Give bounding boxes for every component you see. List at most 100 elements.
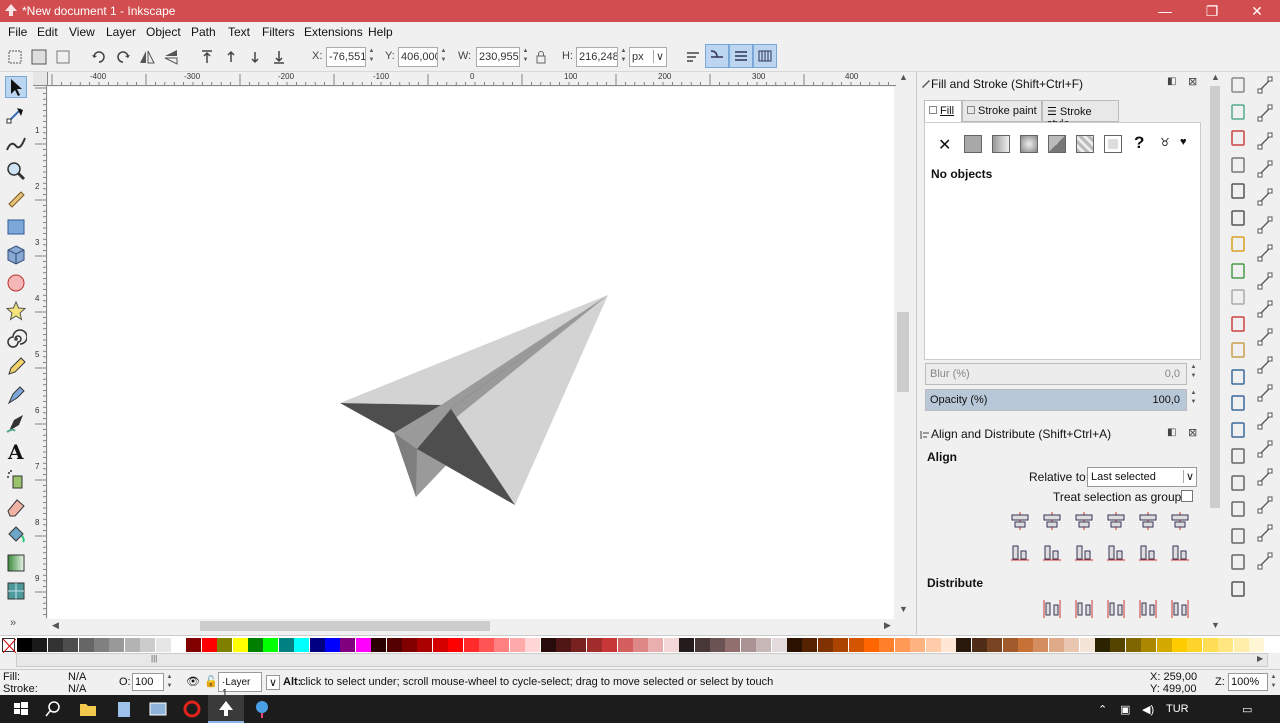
menu-help[interactable]: Help — [368, 25, 393, 39]
snap-guide-icon[interactable] — [1256, 496, 1274, 514]
zoom-page-icon[interactable] — [1229, 421, 1247, 439]
color-swatch[interactable] — [201, 638, 217, 652]
color-swatch[interactable] — [479, 638, 494, 652]
treat-group-checkbox[interactable] — [1181, 490, 1193, 502]
color-swatch[interactable] — [556, 638, 571, 652]
undo-icon[interactable] — [1229, 235, 1247, 253]
zoom-drawing-icon[interactable] — [1229, 394, 1247, 412]
align-left-edge-to-right-icon[interactable] — [1137, 510, 1159, 532]
lower-icon[interactable] — [246, 48, 264, 66]
unset-paint-icon[interactable]: ? — [1134, 133, 1144, 153]
color-swatch[interactable] — [263, 638, 279, 652]
ellipse-tool[interactable] — [5, 272, 27, 294]
snap-text-baseline-icon[interactable] — [1256, 412, 1274, 430]
taskbar-app[interactable] — [106, 695, 142, 723]
color-swatch[interactable] — [740, 638, 756, 652]
flat-color-icon[interactable] — [964, 135, 982, 153]
align-top-to-bottom-icon[interactable] — [1137, 542, 1159, 564]
network-icon[interactable]: ▣ — [1120, 703, 1130, 716]
y-spinner[interactable]: ▲ ▼ — [439, 47, 448, 67]
deselect-icon[interactable] — [54, 48, 72, 66]
selector-tool[interactable] — [5, 76, 27, 98]
distribute-baselines-icon[interactable] — [1169, 598, 1191, 620]
relative-to-select[interactable]: Last selected ∨ — [1087, 467, 1197, 487]
blur-slider[interactable]: Blur (%) 0,0 — [925, 363, 1187, 385]
layer-select[interactable]: ·Layer 1 — [218, 672, 262, 699]
clone-icon[interactable] — [1229, 474, 1247, 492]
opacity-slider[interactable]: Opacity (%) 100,0 — [925, 389, 1187, 411]
restore-button[interactable]: ❐ — [1189, 0, 1235, 22]
copy-icon[interactable] — [1229, 288, 1247, 306]
scrollbar-thumb[interactable] — [1210, 86, 1220, 508]
color-swatch[interactable] — [124, 638, 140, 652]
align-bottom-to-top-icon[interactable] — [1009, 542, 1031, 564]
color-swatch[interactable] — [771, 638, 787, 652]
rotate-ccw-icon[interactable] — [90, 48, 108, 66]
color-swatch[interactable] — [586, 638, 602, 652]
snap-intersections-icon[interactable] — [1256, 244, 1274, 262]
color-swatch[interactable] — [1002, 638, 1018, 652]
center-vertical-axis-icon[interactable] — [1073, 510, 1095, 532]
color-swatch[interactable] — [1233, 638, 1249, 652]
lock-icon[interactable] — [532, 48, 550, 66]
color-swatch[interactable] — [1018, 638, 1033, 652]
more-icon[interactable] — [1229, 580, 1247, 598]
color-swatch[interactable] — [294, 638, 310, 652]
color-swatch[interactable] — [1172, 638, 1187, 652]
group-icon[interactable] — [1229, 527, 1247, 545]
ungroup-icon[interactable] — [1229, 553, 1247, 571]
scroll-down-icon[interactable]: ▼ — [1211, 620, 1220, 630]
color-swatch[interactable] — [817, 638, 833, 652]
snap-centers-icon[interactable] — [1256, 356, 1274, 374]
color-swatch[interactable] — [848, 638, 864, 652]
menu-object[interactable]: Object — [146, 25, 181, 39]
scale-gradients-toggle[interactable] — [729, 44, 753, 68]
opacity-spinner[interactable]: ▲ ▼ — [165, 673, 174, 691]
cut-icon[interactable] — [1229, 315, 1247, 333]
dock-scrollbar[interactable]: ▲ ▼ — [1208, 72, 1222, 634]
lower-to-bottom-icon[interactable] — [270, 48, 288, 66]
scrollbar-thumb[interactable] — [897, 312, 909, 392]
opacity-field[interactable]: 100 — [132, 673, 164, 691]
paper-plane-drawing[interactable] — [48, 87, 894, 619]
distribute-gaps-icon[interactable] — [1137, 598, 1159, 620]
w-field[interactable]: 230,955 — [476, 47, 520, 67]
align-bottom-edges-icon[interactable] — [1105, 542, 1127, 564]
snap-nodes-icon[interactable] — [1256, 188, 1274, 206]
mesh-tool[interactable] — [5, 580, 27, 602]
flip-horizontal-icon[interactable] — [138, 48, 156, 66]
pen-tool[interactable] — [5, 384, 27, 406]
color-swatch[interactable] — [1218, 638, 1234, 652]
snap-midpoints-icon[interactable] — [1256, 328, 1274, 346]
print-icon[interactable] — [1229, 156, 1247, 174]
color-swatch[interactable] — [756, 638, 772, 652]
color-swatch[interactable] — [710, 638, 725, 652]
color-swatch[interactable] — [1187, 638, 1203, 652]
snap-bbox-edges-icon[interactable] — [1256, 132, 1274, 150]
flip-vertical-icon[interactable] — [162, 48, 180, 66]
spray-tool[interactable] — [5, 468, 27, 490]
color-swatch[interactable] — [1110, 638, 1126, 652]
color-swatch[interactable] — [509, 638, 525, 652]
select-all-layers-icon[interactable] — [30, 48, 48, 66]
rotate-cw-icon[interactable] — [114, 48, 132, 66]
new-document-icon[interactable] — [1229, 76, 1247, 94]
color-swatch[interactable] — [1048, 638, 1064, 652]
color-swatch[interactable] — [941, 638, 956, 652]
scale-patterns-toggle[interactable] — [753, 44, 777, 68]
distribute-right-icon[interactable] — [1105, 598, 1127, 620]
tab-stroke-style[interactable]: ☰Stroke style — [1042, 100, 1119, 130]
color-swatch[interactable] — [1156, 638, 1172, 652]
color-swatch[interactable] — [1095, 638, 1110, 652]
zoom-spinner[interactable]: ▲ ▼ — [1269, 673, 1278, 691]
save-icon[interactable] — [1229, 129, 1247, 147]
start-button[interactable] — [2, 695, 38, 723]
linear-gradient-icon[interactable] — [992, 135, 1010, 153]
color-swatch[interactable] — [956, 638, 972, 652]
color-swatch[interactable] — [78, 638, 94, 652]
color-swatch[interactable] — [525, 638, 541, 652]
tab-fill[interactable]: Fill — [924, 100, 962, 122]
scale-stroke-icon[interactable] — [684, 48, 702, 66]
raise-icon[interactable] — [222, 48, 240, 66]
calligraphy-tool[interactable] — [5, 412, 27, 434]
